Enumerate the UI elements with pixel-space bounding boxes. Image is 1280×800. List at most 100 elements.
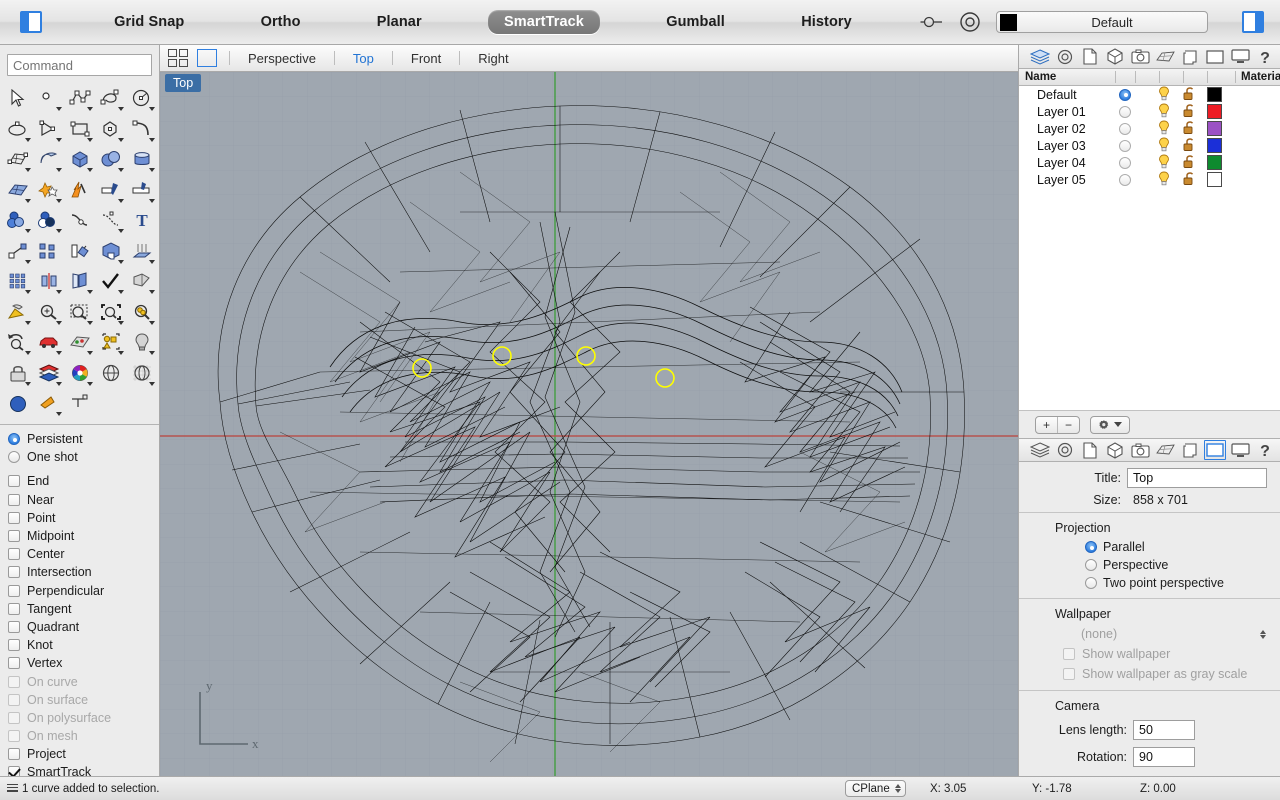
osnap-option-near[interactable]: Near <box>8 491 159 509</box>
radio-perspective[interactable] <box>1085 559 1097 571</box>
layer-current-radio[interactable] <box>1119 123 1131 135</box>
layer-current-radio[interactable] <box>1119 140 1131 152</box>
tool-render[interactable] <box>2 297 33 327</box>
checkbox-perpendicular[interactable] <box>8 585 20 597</box>
tool-mesh-plane[interactable] <box>2 175 33 205</box>
viewport-rectangle-icon[interactable] <box>1204 47 1226 67</box>
tool-box[interactable] <box>64 144 95 174</box>
tool-sphere-wire[interactable] <box>95 358 126 388</box>
tool-offset-curve[interactable] <box>95 205 126 235</box>
show-wallpaper-gray-row[interactable]: Show wallpaper as gray scale <box>1019 664 1280 684</box>
layer-color-swatch[interactable] <box>1207 138 1222 153</box>
radio-one-shot[interactable] <box>8 451 20 463</box>
toggle-smarttrack[interactable]: SmartTrack <box>488 10 600 34</box>
tool-array[interactable] <box>2 266 33 296</box>
tool-polyline[interactable] <box>64 83 95 113</box>
menu-hamburger-icon[interactable] <box>7 784 18 794</box>
checkbox-show-wallpaper[interactable] <box>1063 648 1075 660</box>
tool-sphere-grid[interactable] <box>126 358 157 388</box>
layer-name[interactable]: Default <box>1037 88 1077 102</box>
projection-parallel-row[interactable]: Parallel <box>1019 538 1280 556</box>
remove-layer-button[interactable]: − <box>1058 418 1079 432</box>
single-viewport-icon[interactable] <box>197 49 217 67</box>
checkbox-center[interactable] <box>8 548 20 560</box>
checkbox-point[interactable] <box>8 512 20 524</box>
projection-perspective-row[interactable]: Perspective <box>1019 556 1280 574</box>
layer-color-swatch[interactable] <box>1207 155 1222 170</box>
toggle-ortho[interactable]: Ortho <box>251 10 311 34</box>
unlock-icon[interactable] <box>1182 137 1196 155</box>
tool-curve[interactable] <box>95 83 126 113</box>
tool-curve-from-object[interactable] <box>64 205 95 235</box>
toggle-grid-snap[interactable]: Grid Snap <box>104 10 194 34</box>
show-wallpaper-row[interactable]: Show wallpaper <box>1019 644 1280 664</box>
cplane-selector[interactable]: CPlane <box>845 780 906 797</box>
tool-select-arrow[interactable] <box>2 83 33 113</box>
tool-bend[interactable] <box>64 266 95 296</box>
tool-ellipse[interactable] <box>2 114 33 144</box>
checkbox-near[interactable] <box>8 494 20 506</box>
checkbox-knot[interactable] <box>8 639 20 651</box>
tool-cplane[interactable] <box>64 327 95 357</box>
record-circle-icon[interactable] <box>958 10 982 34</box>
checkbox-midpoint[interactable] <box>8 530 20 542</box>
table-row[interactable]: Layer 02 <box>1019 120 1280 137</box>
tool-move[interactable] <box>2 236 33 266</box>
tool-named-views-car[interactable] <box>33 327 64 357</box>
tab-top[interactable]: Top <box>347 51 380 66</box>
object-properties-box-icon[interactable] <box>1104 440 1126 460</box>
unlock-icon[interactable] <box>1182 86 1196 104</box>
layer-current-radio[interactable] <box>1119 89 1131 101</box>
layer-color-swatch[interactable] <box>1207 104 1222 119</box>
layer-name[interactable]: Layer 01 <box>1037 105 1086 119</box>
tool-color-wheel[interactable] <box>64 358 95 388</box>
tool-polygon[interactable] <box>95 114 126 144</box>
tool-lock[interactable] <box>2 358 33 388</box>
tab-perspective[interactable]: Perspective <box>242 51 322 66</box>
current-layer-color-swatch[interactable] <box>1000 14 1017 31</box>
tool-light-bulb[interactable] <box>126 327 157 357</box>
checkbox-vertex[interactable] <box>8 657 20 669</box>
layer-color-swatch[interactable] <box>1207 172 1222 187</box>
camera-icon[interactable] <box>1129 440 1151 460</box>
osnap-option-project[interactable]: Project <box>8 745 159 763</box>
table-row[interactable]: Layer 04 <box>1019 154 1280 171</box>
tool-circle[interactable] <box>126 83 157 113</box>
command-input[interactable] <box>7 54 152 76</box>
object-properties-box-icon[interactable] <box>1104 47 1126 67</box>
tool-rotate[interactable] <box>64 236 95 266</box>
radio-two-point-perspective[interactable] <box>1085 577 1097 589</box>
tool-extrude-surface[interactable] <box>33 144 64 174</box>
scroll-icon[interactable] <box>1179 47 1201 67</box>
tool-extrude-up[interactable] <box>126 236 157 266</box>
lightbulb-icon[interactable] <box>1157 154 1171 172</box>
unlock-icon[interactable] <box>1182 171 1196 189</box>
tool-zoom-in[interactable] <box>33 297 64 327</box>
osnap-option-vertex[interactable]: Vertex <box>8 654 159 672</box>
notes-page-icon[interactable] <box>1079 440 1101 460</box>
lightbulb-icon[interactable] <box>1157 86 1171 104</box>
tool-boolean-difference[interactable] <box>33 205 64 235</box>
tool-group[interactable] <box>95 327 126 357</box>
notes-page-icon[interactable] <box>1079 47 1101 67</box>
lightbulb-icon[interactable] <box>1157 120 1171 138</box>
lightbulb-icon[interactable] <box>1157 103 1171 121</box>
checkbox-tangent[interactable] <box>8 603 20 615</box>
osnap-mode-persistent[interactable]: Persistent <box>8 430 159 448</box>
tool-explode[interactable] <box>64 175 95 205</box>
checkbox-project[interactable] <box>8 748 20 760</box>
table-row[interactable]: Layer 03 <box>1019 137 1280 154</box>
toggle-history[interactable]: History <box>791 10 862 34</box>
osnap-option-point[interactable]: Point <box>8 509 159 527</box>
osnap-option-intersection[interactable]: Intersection <box>8 563 159 581</box>
osnap-option-center[interactable]: Center <box>8 545 159 563</box>
tool-zoom-extents[interactable] <box>95 297 126 327</box>
radio-persistent[interactable] <box>8 433 20 445</box>
checkbox-quadrant[interactable] <box>8 621 20 633</box>
tool-undo-view[interactable] <box>2 327 33 357</box>
osnap-option-end[interactable]: End <box>8 472 159 490</box>
viewport-label[interactable]: Top <box>165 74 201 92</box>
checkbox-show-wallpaper-gray[interactable] <box>1063 668 1075 680</box>
tool-mirror[interactable] <box>33 266 64 296</box>
scroll-icon[interactable] <box>1179 440 1201 460</box>
